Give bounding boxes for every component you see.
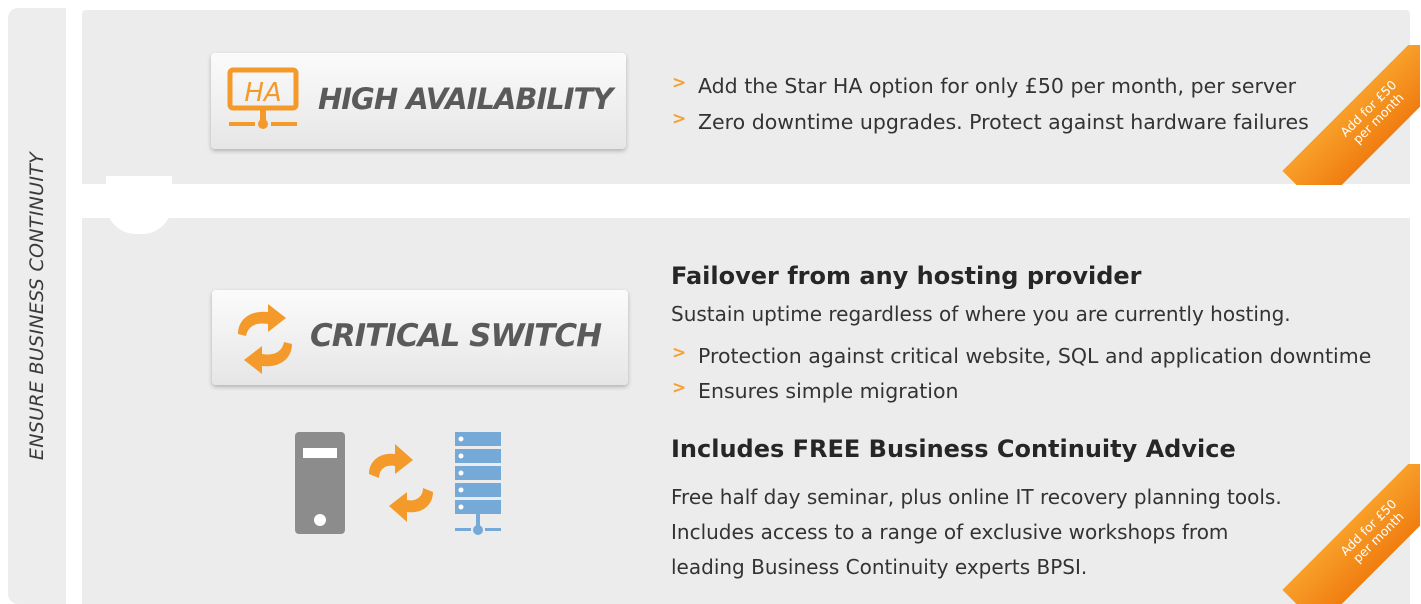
ha-badge[interactable]: HA HIGH AVAILABILITY bbox=[211, 53, 626, 149]
ha-bullet: Add the Star HA option for only £50 per … bbox=[672, 73, 1309, 110]
ha-title: HIGH AVAILABILITY bbox=[318, 82, 613, 116]
advice-line: Includes access to a range of exclusive … bbox=[671, 520, 1229, 544]
critical-bullet: Protection against critical website, SQL… bbox=[672, 343, 1371, 379]
panel-connector bbox=[106, 176, 172, 234]
ha-monitor-icon: HA bbox=[227, 67, 299, 129]
switch-arrows-icon bbox=[238, 304, 292, 374]
critical-switch-badge[interactable]: CRITICAL SWITCH bbox=[212, 290, 628, 385]
ha-icon-text: HA bbox=[244, 78, 281, 108]
ha-bullet: Zero downtime upgrades. Protect against … bbox=[672, 109, 1309, 146]
ha-price-ribbon: Add for £50 per month bbox=[1280, 45, 1420, 185]
ha-bullet-list: Add the Star HA option for only £50 per … bbox=[672, 73, 1309, 146]
sidebar-label: ENSURE BUSINESS CONTINUITY bbox=[26, 151, 48, 461]
advice-line: leading Business Continuity experts BPSI… bbox=[671, 555, 1088, 579]
blue-server-rack-icon bbox=[455, 432, 501, 535]
switch-arrows-icon bbox=[369, 444, 433, 522]
advice-line: Free half day seminar, plus online IT re… bbox=[671, 485, 1282, 509]
critical-bullet-list: Protection against critical website, SQL… bbox=[672, 343, 1371, 414]
advice-text: Free half day seminar, plus online IT re… bbox=[671, 480, 1282, 585]
advice-heading: Includes FREE Business Continuity Advice bbox=[671, 435, 1236, 463]
migration-diagram bbox=[295, 432, 501, 535]
grey-server-icon bbox=[295, 432, 345, 534]
critical-bullet: Ensures simple migration bbox=[672, 378, 1371, 414]
failover-intro: Sustain uptime regardless of where you a… bbox=[671, 302, 1291, 326]
critical-price-ribbon: Add for £50 per month bbox=[1280, 464, 1420, 604]
failover-heading: Failover from any hosting provider bbox=[671, 262, 1142, 290]
critical-switch-title: CRITICAL SWITCH bbox=[310, 318, 602, 354]
